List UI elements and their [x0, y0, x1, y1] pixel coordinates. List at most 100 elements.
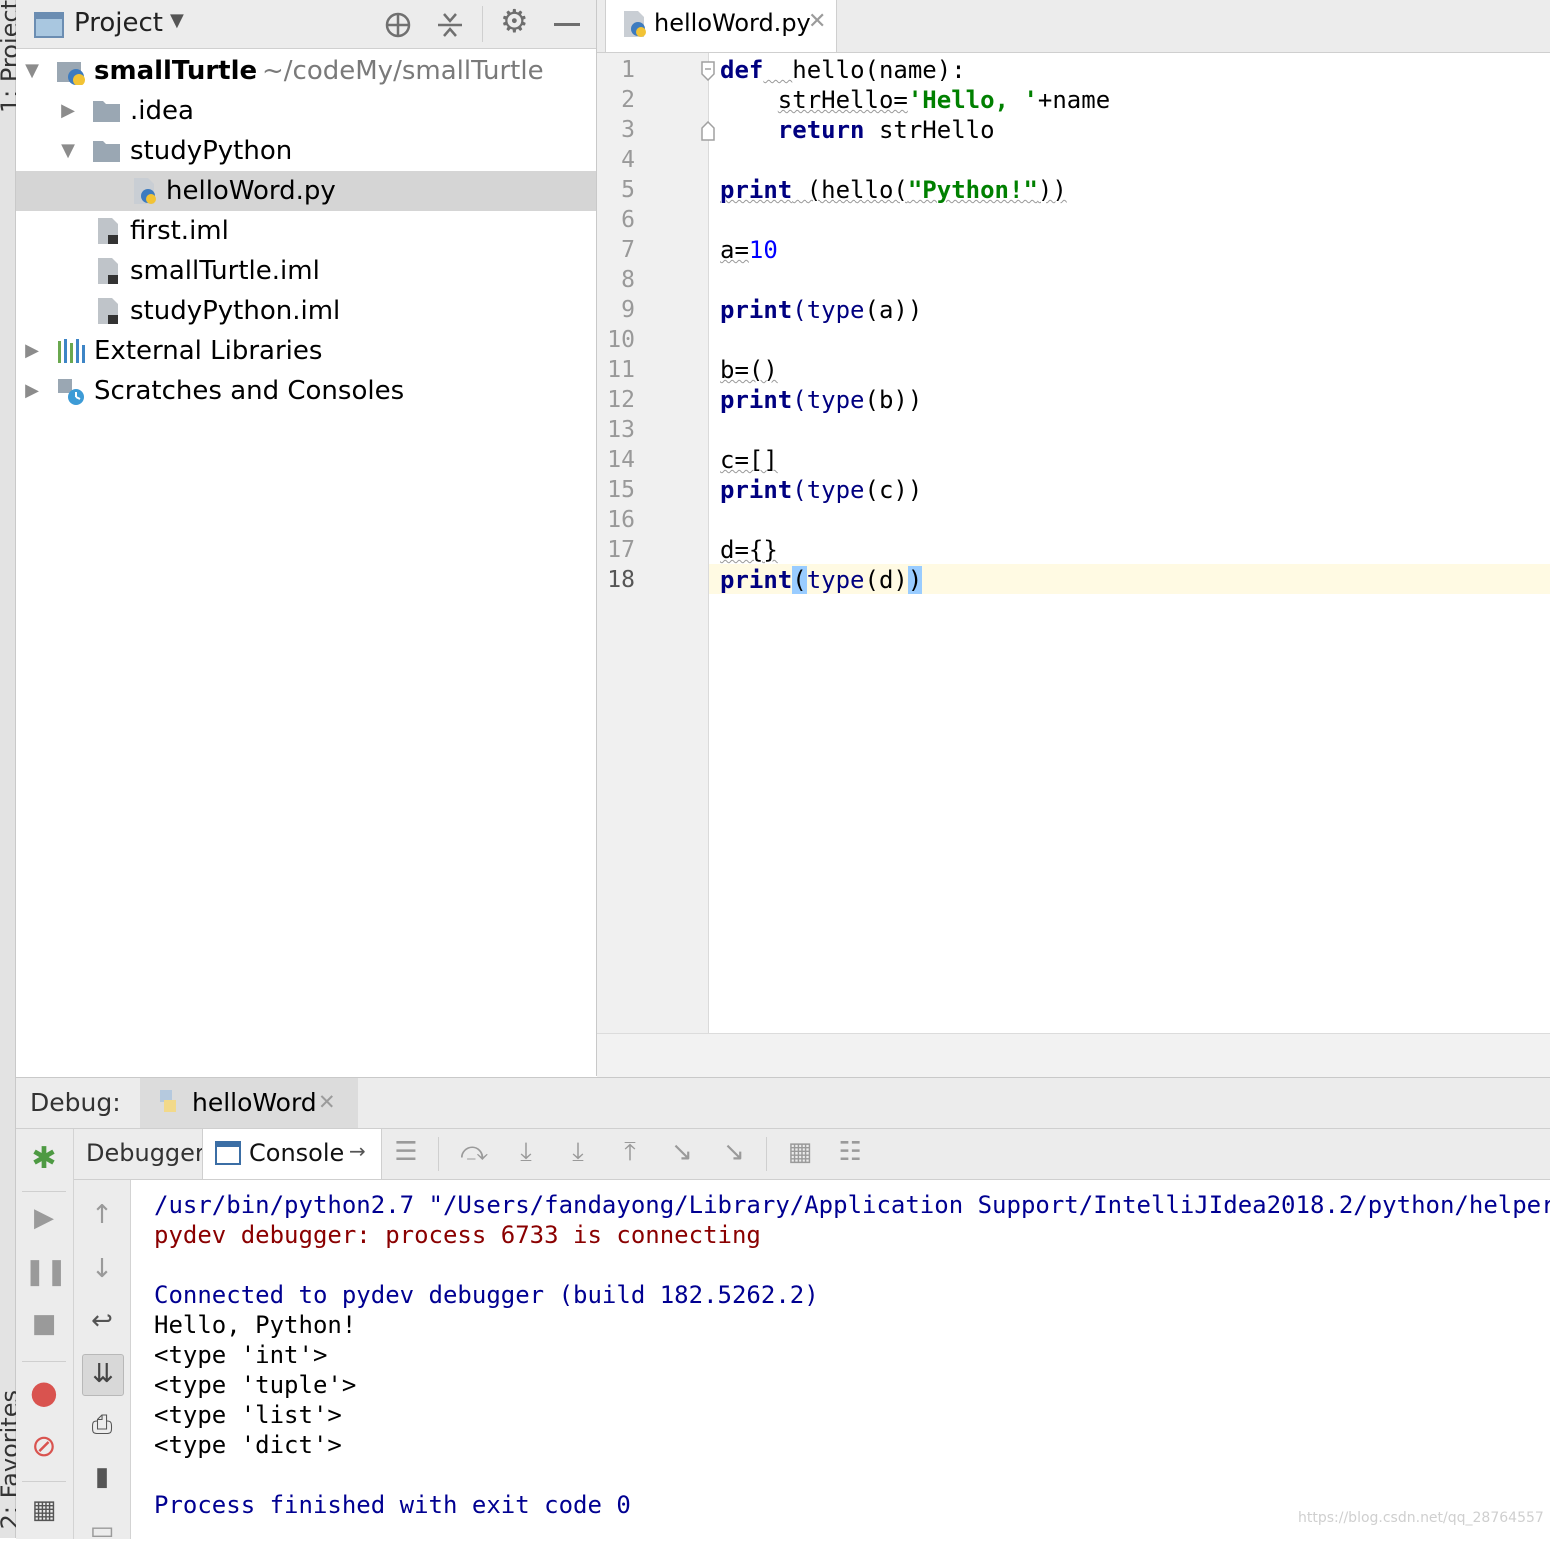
code-line-2[interactable]: strHello='Hello, '+name	[720, 85, 1110, 115]
line-number[interactable]: 15	[597, 475, 635, 505]
collapsed-arrow-icon[interactable]: ▶	[22, 331, 42, 371]
line-number[interactable]: 1	[597, 55, 635, 85]
trash-icon[interactable]: ▮	[82, 1462, 122, 1492]
line-number[interactable]: 17	[597, 535, 635, 565]
code-line-18[interactable]: print(type(d))	[720, 565, 923, 595]
console-line: Connected to pydev debugger (build 182.5…	[154, 1281, 819, 1309]
code-line-15[interactable]: print(type(c))	[720, 475, 922, 505]
soft-wrap-icon[interactable]: ↩	[82, 1306, 122, 1336]
restore-layout-icon[interactable]: →	[349, 1139, 366, 1163]
code-line-9[interactable]: print(type(a))	[720, 295, 922, 325]
step-out-icon[interactable]: ⤒	[610, 1137, 650, 1168]
line-number[interactable]: 10	[597, 325, 635, 355]
project-tool-window: Project ▼ ⚙ ▼ smallTurtle ~/codeMy/small…	[16, 0, 597, 1076]
step-over-icon[interactable]: ⤼	[454, 1137, 494, 1168]
arrow-up-icon[interactable]: ↑	[82, 1200, 122, 1230]
tab-debugger[interactable]: Debugger	[74, 1129, 205, 1179]
close-icon[interactable]: ✕	[808, 9, 826, 34]
locate-file-icon[interactable]	[384, 11, 412, 39]
builtin: (type	[792, 296, 865, 324]
iml-file-icon	[98, 258, 118, 284]
line-number[interactable]: 9	[597, 295, 635, 325]
hide-panel-icon[interactable]	[554, 23, 580, 26]
console-line: <type 'tuple'>	[154, 1371, 357, 1399]
tree-node-smallturtle[interactable]: ▼ smallTurtle ~/codeMy/smallTurtle	[16, 51, 596, 91]
debug-label: Debug:	[30, 1088, 121, 1117]
keyword: print	[720, 386, 793, 414]
code-line-14[interactable]: c=[]	[720, 445, 778, 475]
tree-node-external-libraries[interactable]: ▶ External Libraries	[16, 331, 596, 371]
line-number[interactable]: 16	[597, 505, 635, 535]
step-into-my-code-icon[interactable]: ⤓	[558, 1137, 598, 1168]
line-number[interactable]: 2	[597, 85, 635, 115]
code-text: c=[]	[720, 446, 778, 474]
line-number[interactable]: 18	[597, 565, 635, 595]
stop-icon[interactable]: ■	[24, 1309, 64, 1339]
line-number[interactable]: 13	[597, 415, 635, 445]
collapsed-arrow-icon[interactable]: ▶	[58, 91, 78, 131]
expanded-arrow-icon[interactable]: ▼	[58, 131, 78, 171]
fold-end-marker-icon[interactable]	[701, 121, 715, 141]
arrow-down-icon[interactable]: ↓	[82, 1254, 122, 1284]
close-icon[interactable]: ✕	[318, 1090, 336, 1114]
code-line-3[interactable]: return strHello	[720, 115, 995, 145]
code-line-17[interactable]: d={}	[720, 535, 778, 565]
scroll-to-end-button[interactable]: ⇊	[82, 1354, 124, 1396]
settings-list-icon[interactable]: ☷	[830, 1137, 870, 1167]
tree-node-idea[interactable]: ▶ .idea	[16, 91, 596, 131]
code-text: +name	[1037, 86, 1111, 114]
line-number[interactable]: 14	[597, 445, 635, 475]
number-literal: 10	[748, 236, 778, 264]
tree-node-label: External Libraries	[94, 336, 323, 366]
collapsed-arrow-icon[interactable]: ▶	[22, 371, 42, 411]
view-breakpoints-icon[interactable]: ●	[24, 1373, 64, 1411]
line-number[interactable]: 7	[597, 235, 635, 265]
python-icon	[160, 1090, 176, 1112]
pause-icon[interactable]: ❚❚	[24, 1257, 68, 1287]
string-literal: 'Hello, '	[907, 86, 1038, 114]
keyword: print	[720, 296, 793, 324]
debug-session-tab[interactable]: helloWord ✕	[140, 1078, 358, 1128]
tree-node-scratches[interactable]: ▶ Scratches and Consoles	[16, 371, 596, 411]
expanded-arrow-icon[interactable]: ▼	[22, 51, 42, 91]
layout-icon[interactable]: ▦	[24, 1495, 64, 1525]
debug-bug-icon[interactable]: ✱	[24, 1141, 64, 1176]
editor-tab-helloword[interactable]: helloWord.py ✕	[605, 0, 837, 52]
code-line-5[interactable]: print (hello("Python!"))	[720, 175, 1067, 205]
show-execution-point-icon[interactable]: ☰	[386, 1137, 426, 1167]
tree-node-label: studyPython.iml	[130, 296, 341, 326]
fold-marker-icon[interactable]	[701, 61, 715, 81]
debug-action-toolbar: ✱ ▶ ❚❚ ■ ● ⊘ ▦	[16, 1129, 74, 1539]
python-project-folder-icon	[57, 62, 85, 85]
line-number[interactable]: 11	[597, 355, 635, 385]
print-icon[interactable]: ⎙	[82, 1410, 122, 1441]
mute-breakpoints-icon[interactable]: ⊘	[24, 1429, 64, 1464]
tree-node-smallturtle-iml[interactable]: smallTurtle.iml	[16, 251, 596, 291]
tree-node-helloword-py[interactable]: helloWord.py	[16, 171, 596, 211]
tree-node-studypython[interactable]: ▼ studyPython	[16, 131, 596, 171]
collapse-all-icon[interactable]	[436, 11, 464, 39]
code-line-11[interactable]: b=()	[720, 355, 778, 385]
code-line-12[interactable]: print(type(b))	[720, 385, 922, 415]
line-number[interactable]: 5	[597, 175, 635, 205]
project-view-selector[interactable]: Project	[74, 8, 163, 38]
tree-node-studypython-iml[interactable]: studyPython.iml	[16, 291, 596, 331]
run-to-cursor-icon[interactable]: ↘	[662, 1137, 702, 1167]
line-number[interactable]: 12	[597, 385, 635, 415]
line-number[interactable]: 4	[597, 145, 635, 175]
chevron-down-icon[interactable]: ▼	[170, 10, 184, 31]
line-number[interactable]: 3	[597, 115, 635, 145]
evaluate-expression-icon[interactable]: ↘	[714, 1137, 754, 1167]
console-prompt-icon[interactable]: ▭	[82, 1516, 122, 1546]
resume-icon[interactable]: ▶	[24, 1203, 64, 1233]
code-line-1[interactable]: def hello(name):	[720, 55, 966, 85]
evaluate-table-icon[interactable]: ▦	[780, 1137, 820, 1167]
code-line-7[interactable]: a=10	[720, 235, 778, 265]
gear-icon[interactable]: ⚙	[500, 2, 529, 40]
line-number[interactable]: 6	[597, 205, 635, 235]
tree-node-first-iml[interactable]: first.iml	[16, 211, 596, 251]
tree-node-label: smallTurtle	[94, 56, 258, 86]
line-number[interactable]: 8	[597, 265, 635, 295]
step-into-icon[interactable]: ⤓	[506, 1137, 546, 1168]
tab-console[interactable]: Console →	[202, 1129, 382, 1179]
